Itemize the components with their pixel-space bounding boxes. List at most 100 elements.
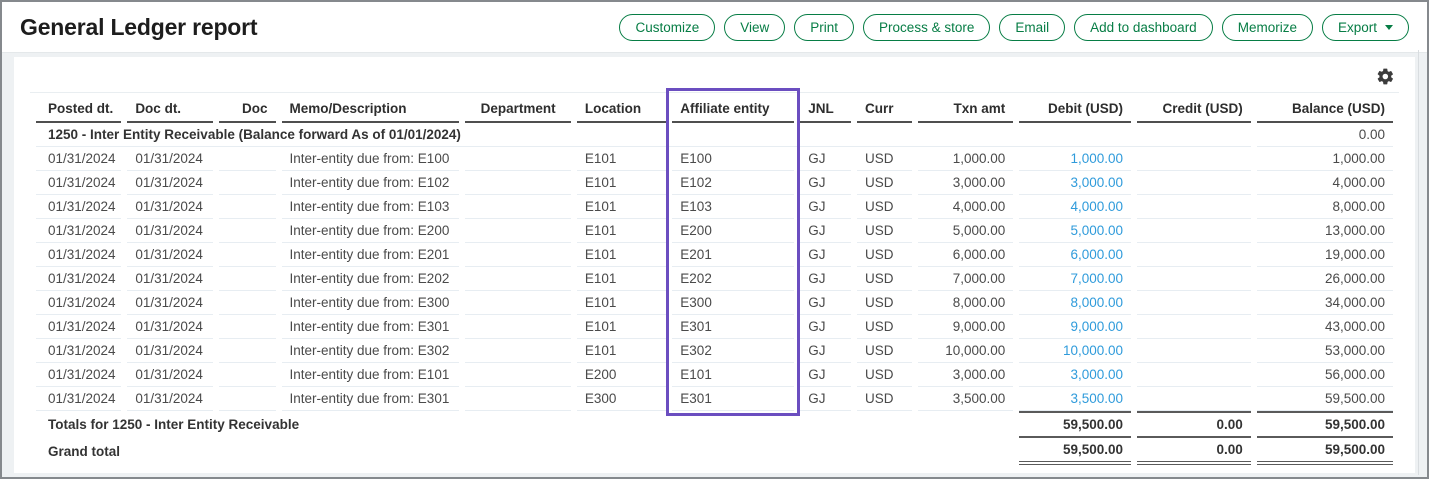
cell-txn: 3,500.00 [918,387,1013,411]
column-header-memo: Memo/Description [282,95,460,123]
debit-amount-link[interactable]: 5,000.00 [1019,219,1131,243]
cell-posted: 01/31/2024 [36,195,121,219]
cell-balance: 13,000.00 [1257,219,1393,243]
cell-balance: 0.00 [1257,123,1393,147]
button-label: Add to dashboard [1090,20,1197,35]
debit-amount-link[interactable]: 9,000.00 [1019,315,1131,339]
column-header-debit: Debit (USD) [1019,95,1131,123]
table-row: 01/31/202401/31/2024Inter-entity due fro… [36,363,1393,387]
column-header-txn: Txn amt [918,95,1013,123]
cell-curr: USD [857,387,912,411]
caret-down-icon [1385,25,1393,30]
cell-posted: 01/31/2024 [36,267,121,291]
cell-txn: 1,000.00 [918,147,1013,171]
cell-memo: Inter-entity due from: E301 [282,315,460,339]
debit-amount-link[interactable]: 4,000.00 [1019,195,1131,219]
button-label: Memorize [1238,20,1297,35]
cell-location: E101 [577,219,666,243]
cell-balance: 59,500.00 [1257,387,1393,411]
cell-docdt: 01/31/2024 [127,363,212,387]
print-button[interactable]: Print [794,14,854,41]
cell-credit [1137,291,1251,315]
debit-amount-link[interactable]: 3,500.00 [1019,387,1131,411]
debit-amount-link[interactable]: 3,000.00 [1019,171,1131,195]
cell-affiliate: E300 [672,291,794,315]
debit-amount-link[interactable]: 1,000.00 [1019,147,1131,171]
cell-balance: 56,000.00 [1257,363,1393,387]
cell-location: E101 [577,171,666,195]
cell-memo: Inter-entity due from: E101 [282,363,460,387]
cell-credit [1137,147,1251,171]
account-totals-row: Totals for 1250 - Inter Entity Receivabl… [36,411,1393,437]
cell-credit [1137,339,1251,363]
cell-credit [1137,315,1251,339]
cell-doc [219,195,276,219]
cell-curr: USD [857,291,912,315]
cell-jnl: GJ [800,315,851,339]
cell-credit [1137,195,1251,219]
debit-amount-link[interactable]: 8,000.00 [1019,291,1131,315]
debit-amount-link[interactable]: 7,000.00 [1019,267,1131,291]
column-header-credit: Credit (USD) [1137,95,1251,123]
process-store-button[interactable]: Process & store [863,14,990,41]
cell-credit [1137,219,1251,243]
cell-dept [465,363,571,387]
cell-location: E101 [577,267,666,291]
cell-balance: 4,000.00 [1257,171,1393,195]
email-button[interactable]: Email [999,14,1065,41]
cell-txn: 9,000.00 [918,315,1013,339]
button-label: Process & store [879,20,974,35]
cell-doc [219,291,276,315]
page-title: General Ledger report [20,14,257,41]
cell-txn: 6,000.00 [918,243,1013,267]
debit-amount-link[interactable]: 6,000.00 [1019,243,1131,267]
cell-txn: 3,000.00 [918,171,1013,195]
gear-icon[interactable] [1376,67,1395,86]
general-ledger-report-window: General Ledger report Customize View Print… [0,0,1429,479]
table-row: 01/31/202401/31/2024Inter-entity due fro… [36,219,1393,243]
cell-affiliate: E103 [672,195,794,219]
cell-balance: 43,000.00 [1257,315,1393,339]
cell-doc [219,147,276,171]
customize-button[interactable]: Customize [619,14,715,41]
cell-doc [219,171,276,195]
cell-debit-total: 59,500.00 [1019,437,1131,465]
total-row-label: Totals for 1250 - Inter Entity Receivabl… [36,411,1013,437]
debit-amount-link[interactable]: 3,000.00 [1019,363,1131,387]
cell-location: E101 [577,147,666,171]
column-header-affiliate: Affiliate entity [672,95,794,123]
cell-posted: 01/31/2024 [36,315,121,339]
cell-posted: 01/31/2024 [36,147,121,171]
cell-txn: 3,000.00 [918,363,1013,387]
debit-amount-link[interactable]: 10,000.00 [1019,339,1131,363]
cell-curr: USD [857,363,912,387]
cell-jnl: GJ [800,147,851,171]
button-label: Email [1015,20,1049,35]
column-header-curr: Curr [857,95,912,123]
grand-total-row: Grand total59,500.000.0059,500.00 [36,437,1393,465]
cell-doc [219,363,276,387]
add-to-dashboard-button[interactable]: Add to dashboard [1074,14,1213,41]
view-button[interactable]: View [724,14,785,41]
panel-toolbar [30,61,1399,93]
export-button[interactable]: Export [1322,14,1409,41]
cell-memo: Inter-entity due from: E103 [282,195,460,219]
memorize-button[interactable]: Memorize [1222,14,1313,41]
cell-memo: Inter-entity due from: E200 [282,219,460,243]
cell-memo: Inter-entity due from: E201 [282,243,460,267]
column-header-doc: Doc [219,95,276,123]
cell-txn: 4,000.00 [918,195,1013,219]
cell-jnl: GJ [800,339,851,363]
cell-balance-total: 59,500.00 [1257,411,1393,437]
cell-dept [465,315,571,339]
cell-txn: 10,000.00 [918,339,1013,363]
cell-credit [1137,171,1251,195]
cell-affiliate: E101 [672,363,794,387]
button-label: Print [810,20,838,35]
table-row: 01/31/202401/31/2024Inter-entity due fro… [36,339,1393,363]
table-row: 01/31/202401/31/2024Inter-entity due fro… [36,171,1393,195]
table-row: 01/31/202401/31/2024Inter-entity due fro… [36,243,1393,267]
column-header-location: Location [577,95,666,123]
cell-txn: 7,000.00 [918,267,1013,291]
cell-docdt: 01/31/2024 [127,291,212,315]
